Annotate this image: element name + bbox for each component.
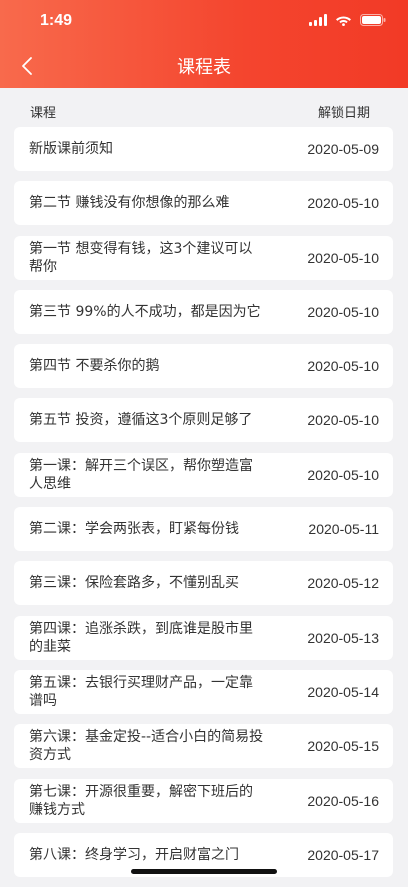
course-title: 第三节 99%的人不成功，都是因为它 [29, 303, 261, 320]
course-date: 2020-05-13 [307, 629, 379, 646]
course-title: 第七课：开源很重要，解密下班后的赚钱方式 [29, 783, 253, 818]
course-row[interactable]: 第七课：开源很重要，解密下班后的赚钱方式 2020-05-16 [14, 778, 393, 823]
status-icons [309, 14, 386, 26]
course-date: 2020-05-10 [307, 303, 379, 320]
course-row[interactable]: 第五节 投资，遵循这3个原则足够了 2020-05-10 [14, 398, 393, 443]
battery-icon [360, 14, 386, 26]
status-time: 1:49 [40, 12, 73, 29]
course-title: 新版课前须知 [29, 141, 113, 157]
course-row[interactable]: 第一节 想变得有钱，这3个建议可以帮你 2020-05-10 [14, 235, 393, 280]
course-title: 第五节 投资，遵循这3个原则足够了 [29, 412, 253, 429]
course-row[interactable]: 第五课：去银行买理财产品，一定靠谱吗 2020-05-14 [14, 669, 393, 714]
wifi-icon [336, 16, 351, 26]
column-header: 课程 解锁日期 [0, 88, 408, 128]
course-date: 2020-05-10 [307, 412, 379, 429]
course-date: 2020-05-12 [307, 575, 379, 592]
course-title: 第四课：追涨杀跌，到底谁是股市里的韭菜 [29, 620, 253, 655]
course-list: 新版课前须知 2020-05-09 第二节 赚钱没有你想像的那么难 2020-0… [14, 127, 393, 887]
header: 1:49 课程表 [0, 0, 408, 88]
course-row[interactable]: 第二课：学会两张表，盯紧每份钱 2020-05-11 [14, 507, 393, 552]
course-row[interactable]: 第四节 不要杀你的鹅 2020-05-10 [14, 344, 393, 389]
column-course: 课程 [30, 106, 57, 121]
course-title: 第四节 不要杀你的鹅 [29, 358, 160, 375]
course-row[interactable]: 第三课：保险套路多，不懂别乱买 2020-05-12 [14, 561, 393, 606]
course-date: 2020-05-17 [307, 846, 379, 863]
course-date: 2020-05-10 [307, 466, 379, 483]
course-title: 第一课：解开三个误区，帮你塑造富人思维 [29, 457, 253, 492]
course-date: 2020-05-14 [307, 683, 379, 700]
course-date: 2020-05-10 [307, 195, 379, 212]
course-date: 2020-05-10 [307, 249, 379, 266]
status-bar: 1:49 [0, 0, 408, 44]
course-row[interactable]: 第六课：基金定投--适合小白的简易投资方式 2020-05-15 [14, 724, 393, 769]
course-title: 第五课：去银行买理财产品，一定靠谱吗 [29, 674, 253, 709]
course-title: 第六课：基金定投--适合小白的简易投资方式 [29, 729, 264, 764]
course-date: 2020-05-09 [307, 141, 379, 157]
column-unlock-date: 解锁日期 [317, 106, 370, 121]
signal-icon [309, 14, 327, 26]
course-title: 第二课：学会两张表，盯紧每份钱 [29, 521, 239, 538]
course-date: 2020-05-16 [307, 792, 379, 809]
course-date: 2020-05-15 [307, 738, 379, 755]
course-title: 第一节 想变得有钱，这3个建议可以帮你 [29, 240, 253, 275]
course-title: 第二节 赚钱没有你想像的那么难 [29, 195, 230, 212]
course-row[interactable]: 第三节 99%的人不成功，都是因为它 2020-05-10 [14, 289, 393, 334]
course-row[interactable]: 第四课：追涨杀跌，到底谁是股市里的韭菜 2020-05-13 [14, 615, 393, 660]
course-title: 第八课：终身学习，开启财富之门 [29, 846, 239, 863]
course-title: 第三课：保险套路多，不懂别乱买 [29, 575, 239, 592]
course-row[interactable]: 第一课：解开三个误区，帮你塑造富人思维 2020-05-10 [14, 452, 393, 497]
page-title: 课程表 [177, 57, 231, 78]
course-date: 2020-05-11 [308, 521, 379, 538]
course-row[interactable]: 新版课前须知 2020-05-09 [14, 127, 393, 171]
nav-bar: 课程表 [0, 44, 408, 88]
home-indicator[interactable] [131, 869, 277, 874]
course-row[interactable]: 第二节 赚钱没有你想像的那么难 2020-05-10 [14, 181, 393, 226]
course-date: 2020-05-10 [307, 358, 379, 375]
